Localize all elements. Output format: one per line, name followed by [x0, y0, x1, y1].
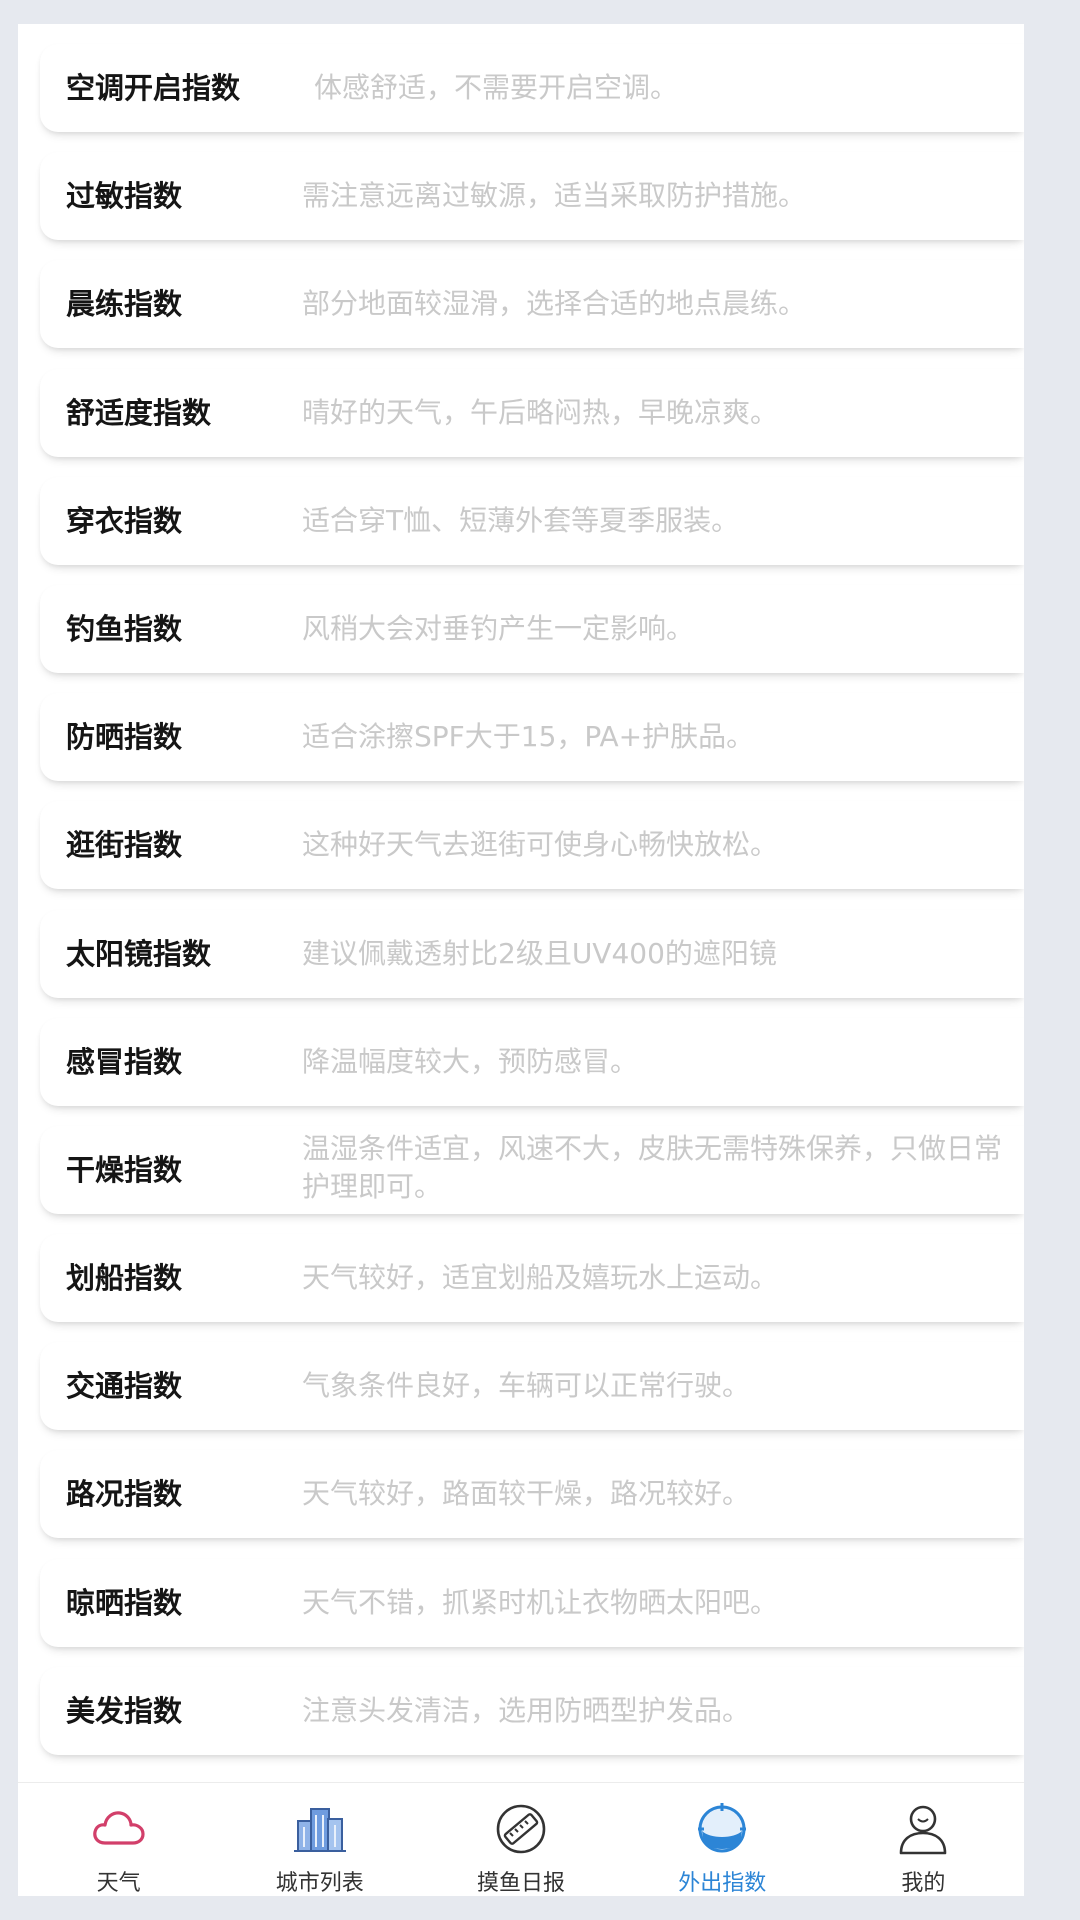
index-description: 气象条件良好，车辆可以正常行驶。	[302, 1369, 751, 1403]
cloud-icon	[92, 1811, 145, 1845]
index-description: 晴好的天气，午后略闷热，早晚凉爽。	[302, 395, 779, 429]
list-item[interactable]: 交通指数 气象条件良好，车辆可以正常行驶。	[40, 1342, 1024, 1431]
index-description: 这种好天气去逛街可使身心畅快放松。	[302, 828, 779, 862]
index-description: 注意头发清洁，选用防晒型护发品。	[302, 1693, 751, 1727]
index-description: 风稍大会对垂钓产生一定影响。	[302, 611, 695, 645]
list-item[interactable]: 感冒指数 降温幅度较大，预防感冒。	[40, 1017, 1024, 1106]
index-name: 划船指数	[66, 1261, 183, 1296]
tab-weather[interactable]: 天气	[18, 1783, 219, 1896]
index-name: 交通指数	[66, 1369, 183, 1404]
tab-city-list[interactable]: 城市列表	[219, 1783, 420, 1896]
tab-label: 城市列表	[275, 1871, 364, 1896]
index-description: 天气较好，适宜划船及嬉玩水上运动。	[302, 1261, 779, 1295]
index-name: 感冒指数	[66, 1044, 183, 1079]
tab-label: 外出指数	[678, 1871, 767, 1896]
list-item[interactable]: 路况指数 天气较好，路面较干燥，路况较好。	[40, 1450, 1024, 1539]
tab-label: 摸鱼日报	[477, 1871, 566, 1896]
tab-daily-report[interactable]: 摸鱼日报	[420, 1783, 621, 1896]
index-name: 美发指数	[66, 1693, 183, 1728]
tab-label: 我的	[901, 1871, 946, 1896]
index-description: 天气较好，路面较干燥，路况较好。	[302, 1477, 751, 1511]
index-name: 舒适度指数	[66, 395, 212, 430]
index-name: 干燥指数	[66, 1152, 183, 1187]
list-item[interactable]: 钓鱼指数 风稍大会对垂钓产生一定影响。	[40, 584, 1024, 673]
index-name: 太阳镜指数	[66, 936, 212, 971]
index-description: 适合涂擦SPF大于15，PA+护肤品。	[302, 720, 755, 754]
user-icon	[900, 1805, 947, 1855]
content-panel: 空调开启指数 体感舒适，不需要开启空调。 过敏指数 需注意远离过敏源，适当采取防…	[18, 24, 1024, 1896]
list-item[interactable]: 空调开启指数 体感舒适，不需要开启空调。	[40, 44, 1024, 132]
index-description: 需注意远离过敏源，适当采取防护措施。	[302, 179, 807, 213]
ruler-icon	[496, 1804, 546, 1854]
list-item[interactable]: 美发指数 注意头发清洁，选用防晒型护发品。	[40, 1666, 1024, 1755]
index-description: 建议佩戴透射比2级且UV400的遮阳镜	[302, 936, 777, 970]
list-item[interactable]: 穿衣指数 适合穿T恤、短薄外套等夏季服装。	[40, 476, 1024, 565]
index-name: 空调开启指数	[66, 71, 241, 105]
list-item[interactable]: 晾晒指数 天气不错，抓紧时机让衣物晒太阳吧。	[40, 1558, 1024, 1647]
index-name: 路况指数	[66, 1477, 183, 1512]
bottom-tab-bar: 天气 城市列表 摸鱼日报 外出指数 我的	[18, 1782, 1024, 1896]
index-name: 逛街指数	[66, 828, 183, 863]
list-item[interactable]: 逛街指数 这种好天气去逛街可使身心畅快放松。	[40, 801, 1024, 890]
index-name: 晾晒指数	[66, 1585, 183, 1620]
tab-me[interactable]: 我的	[823, 1783, 1024, 1896]
tab-label: 天气	[96, 1871, 141, 1896]
buildings-icon	[293, 1808, 346, 1852]
index-name: 穿衣指数	[66, 503, 183, 538]
index-name: 过敏指数	[66, 179, 183, 214]
index-description: 温湿条件适宜，风速不大，皮肤无需特殊保养，只做日常护理即可。	[302, 1131, 1003, 1203]
page: 空调开启指数 体感舒适，不需要开启空调。 过敏指数 需注意远离过敏源，适当采取防…	[0, 0, 1080, 1920]
list-item[interactable]: 防晒指数 适合涂擦SPF大于15，PA+护肤品。	[40, 693, 1024, 782]
index-description: 部分地面较湿滑，选择合适的地点晨练。	[302, 287, 807, 321]
index-description: 降温幅度较大，预防感冒。	[302, 1044, 639, 1078]
index-name: 防晒指数	[66, 720, 183, 755]
list-item[interactable]: 太阳镜指数 建议佩戴透射比2级且UV400的遮阳镜	[40, 909, 1024, 998]
list-item[interactable]: 舒适度指数 晴好的天气，午后略闷热，早晚凉爽。	[40, 368, 1024, 457]
list-item[interactable]: 过敏指数 需注意远离过敏源，适当采取防护措施。	[40, 152, 1024, 241]
index-description: 体感舒适，不需要开启空调。	[314, 71, 679, 104]
index-name: 晨练指数	[66, 287, 183, 322]
tab-outing-index[interactable]: 外出指数	[622, 1783, 823, 1896]
list-item[interactable]: 干燥指数 温湿条件适宜，风速不大，皮肤无需特殊保养，只做日常护理即可。	[40, 1125, 1024, 1214]
list-item[interactable]: 划船指数 天气较好，适宜划船及嬉玩水上运动。	[40, 1234, 1024, 1323]
index-name: 钓鱼指数	[66, 611, 183, 646]
index-description: 天气不错，抓紧时机让衣物晒太阳吧。	[302, 1585, 779, 1619]
index-list[interactable]: 空调开启指数 体感舒适，不需要开启空调。 过敏指数 需注意远离过敏源，适当采取防…	[40, 44, 1024, 1775]
list-item[interactable]: 晨练指数 部分地面较湿滑，选择合适的地点晨练。	[40, 260, 1024, 349]
index-description: 适合穿T恤、短薄外套等夏季服装。	[302, 503, 740, 537]
compass-icon	[698, 1803, 747, 1853]
